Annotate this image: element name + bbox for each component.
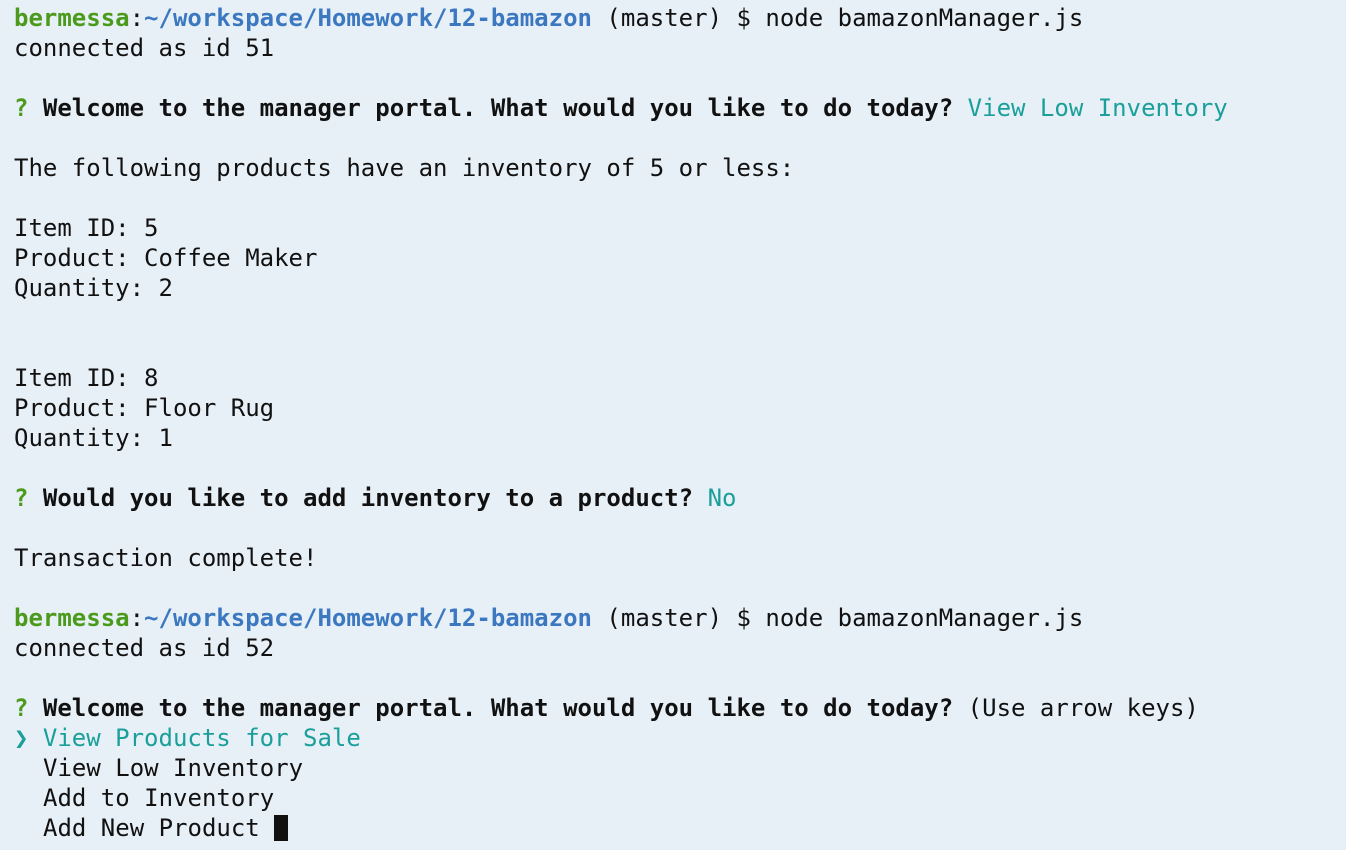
connection-status: connected as id 51	[14, 34, 275, 62]
shell-prompt-line: bermessa:~/workspace/Homework/12-bamazon…	[14, 3, 1346, 33]
question-mark-icon: ?	[14, 484, 29, 512]
pointer-icon: ❯	[14, 724, 29, 752]
prompt-command: node bamazonManager.js	[765, 604, 1084, 632]
menu-option-selected[interactable]: ❯ View Products for Sale	[14, 723, 1346, 753]
item-product-line: Product: Floor Rug	[14, 394, 275, 422]
question-mark-icon: ?	[14, 94, 29, 122]
question-text: Welcome to the manager portal. What woul…	[42, 694, 954, 722]
item-quantity-line: Quantity: 2	[14, 274, 173, 302]
item-quantity-line: Quantity: 1	[14, 424, 173, 452]
menu-option-label: Add New Product	[43, 814, 260, 842]
question-text: Would you like to add inventory to a pro…	[42, 484, 694, 512]
prompt-path: ~/workspace/Homework/12-bamazon	[144, 4, 592, 32]
question-answer: View Low Inventory	[967, 94, 1228, 122]
prompt-dollar: $	[722, 604, 766, 632]
prompt-branch: (master)	[591, 604, 723, 632]
item-id-line: Item ID: 8	[14, 364, 159, 392]
prompt-user: bermessa	[14, 4, 130, 32]
arrow-keys-hint: (Use arrow keys)	[967, 694, 1199, 722]
prompt-colon: :	[129, 4, 145, 32]
manager-question: ? Welcome to the manager portal. What wo…	[14, 93, 1346, 123]
prompt-dollar: $	[722, 4, 766, 32]
transaction-complete: Transaction complete!	[14, 544, 318, 572]
manager-question: ? Welcome to the manager portal. What wo…	[14, 693, 1346, 723]
shell-prompt-line: bermessa:~/workspace/Homework/12-bamazon…	[14, 603, 1346, 633]
item-product-line: Product: Coffee Maker	[14, 244, 318, 272]
low-inventory-header: The following products have an inventory…	[14, 154, 795, 182]
question-answer: No	[707, 484, 737, 512]
terminal-cursor	[273, 815, 288, 841]
prompt-user: bermessa	[14, 604, 130, 632]
menu-option-label: View Products for Sale	[42, 724, 361, 752]
add-inventory-question: ? Would you like to add inventory to a p…	[14, 483, 1346, 513]
question-mark-icon: ?	[14, 694, 29, 722]
prompt-command: node bamazonManager.js	[765, 4, 1084, 32]
menu-option[interactable]: Add to Inventory	[14, 783, 1346, 813]
question-text: Welcome to the manager portal. What woul…	[42, 94, 954, 122]
item-id-line: Item ID: 5	[14, 214, 159, 242]
prompt-branch: (master)	[591, 4, 723, 32]
menu-option[interactable]: View Low Inventory	[14, 753, 1346, 783]
connection-status: connected as id 52	[14, 634, 275, 662]
menu-option-last[interactable]: Add New Product	[14, 813, 1346, 843]
prompt-path: ~/workspace/Homework/12-bamazon	[144, 604, 592, 632]
terminal-window[interactable]: bermessa:~/workspace/Homework/12-bamazon…	[0, 0, 1346, 850]
prompt-colon: :	[129, 604, 145, 632]
